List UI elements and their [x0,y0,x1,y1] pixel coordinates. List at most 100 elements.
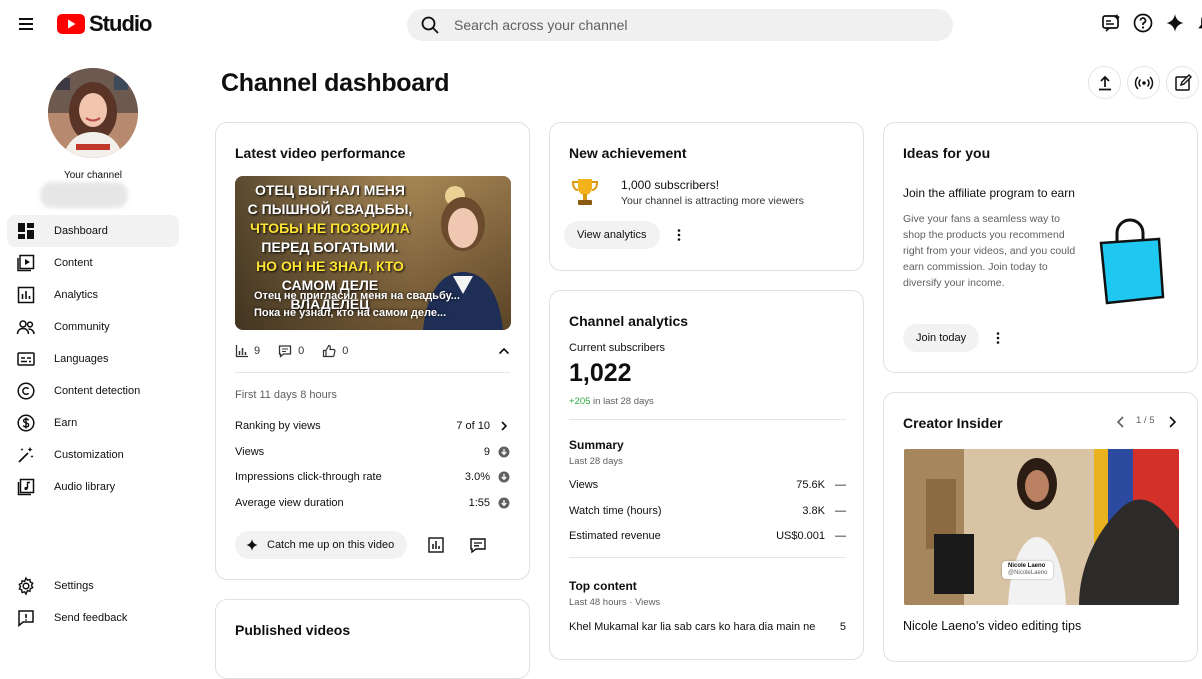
sidebar-item-audio-library[interactable]: Audio library [7,471,179,503]
summary-label: Estimated revenue [569,530,661,542]
dashboard-icon [16,221,36,241]
tag-handle: @NicoleLaeno [1008,570,1048,576]
achievement-sub: Your channel is attracting more viewers [621,195,804,207]
upload-icon [1096,74,1114,92]
sidebar-item-label: Audio library [54,481,116,493]
join-today-button[interactable]: Join today [903,324,980,352]
top-content-row[interactable]: Khel Mukamal kar lia sab cars ko hara di… [569,621,846,633]
metric-row-avd: Average view duration 1:55 [235,497,510,509]
notifications-bell-icon[interactable] [1196,12,1202,34]
view-analytics-button[interactable]: View analytics [564,221,660,249]
latest-video-card: Latest video performance ОТЕЦ ВЫГНАЛ МЕН… [215,122,530,580]
sidebar-item-label: Community [54,321,110,333]
sidebar-item-send-feedback[interactable]: Send feedback [7,602,179,634]
analytics-button[interactable] [422,531,450,559]
thumbnail-text-line: ПЕРЕД БОГАТЫМИ. [261,239,399,255]
sidebar-item-label: Customization [54,449,124,461]
summary-row-watch-time: Watch time (hours) 3.8K — [569,505,846,517]
subscribers-label: Current subscribers [569,342,665,354]
top-content-video-title: Khel Mukamal kar lia sab cars ko hara di… [569,621,816,633]
upload-button[interactable] [1088,66,1121,99]
sidebar-item-customization[interactable]: Customization [7,439,179,471]
sidebar: Your channel Dashboard Content Analytics… [0,48,190,642]
sparkle-icon[interactable] [1164,12,1186,34]
search-input[interactable] [454,17,934,33]
search-icon [420,15,440,35]
summary-value: 75.6K [796,479,825,491]
comments-count: 0 [298,345,305,357]
summary-row-revenue: Estimated revenue US$0.001 — [569,530,846,542]
sidebar-bottom: Settings Send feedback [7,570,179,634]
audio-library-icon [16,477,36,497]
summary-label: Watch time (hours) [569,505,662,517]
sidebar-item-settings[interactable]: Settings [7,570,179,602]
sidebar-item-label: Send feedback [54,612,128,624]
period-label: First 11 days 8 hours [235,389,337,401]
catch-up-button[interactable]: Catch me up on this video [235,531,408,559]
divider [569,419,846,420]
sidebar-item-label: Content detection [54,385,141,397]
card-title: Published videos [235,622,351,638]
summary-value: US$0.001 [776,530,825,542]
sidebar-item-community[interactable]: Community [7,311,179,343]
creator-insider-card: Creator Insider 1 / 5 Nicole Laeno @Nico… [883,392,1198,662]
sidebar-item-label: Languages [54,353,109,365]
collapse-chevron-up-icon[interactable] [496,343,512,359]
arrow-down-circle-icon [498,446,510,458]
join-today-label: Join today [916,332,967,344]
go-live-button[interactable] [1127,66,1160,99]
video-title: Отец не пригласил меня на свадьбу... Пок… [254,288,460,322]
more-vert-icon[interactable] [990,330,1006,346]
arrow-down-circle-icon [498,497,510,509]
metric-label: Average view duration [235,497,344,509]
chevron-left-icon[interactable] [1115,415,1127,429]
summary-title: Summary [569,438,624,452]
thumbnail-text-line: ЧТОБЫ НЕ ПОЗОРИЛА [250,220,410,236]
dash-icon: — [835,505,846,517]
sidebar-item-label: Dashboard [54,225,108,237]
metric-row-views: Views 9 [235,446,510,458]
more-vert-icon[interactable] [671,227,687,243]
top-bar: Studio [0,0,1202,48]
video-thumbnail[interactable]: ОТЕЦ ВЫГНАЛ МЕНЯ С ПЫШНОЙ СВАДЬБЫ, ЧТОБЫ… [235,176,511,330]
card-title: Channel analytics [569,313,689,329]
card-title: New achievement [569,145,687,161]
sidebar-item-analytics[interactable]: Analytics [7,279,179,311]
chevron-right-icon[interactable] [1166,415,1178,429]
sidebar-item-dashboard[interactable]: Dashboard [7,215,179,247]
studio-logo[interactable]: Studio [57,11,152,36]
published-videos-card: Published videos [215,599,530,679]
idea-headline: Join the affiliate program to earn [903,186,1075,200]
summary-value: 3.8K [802,505,825,517]
analytics-icon [16,285,36,305]
achievement-headline: 1,000 subscribers! [621,178,720,192]
create-post-button[interactable] [1166,66,1199,99]
insider-video-thumbnail[interactable]: Nicole Laeno @NicoleLaeno [904,449,1179,605]
sidebar-item-content[interactable]: Content [7,247,179,279]
help-icon[interactable] [1132,12,1154,34]
top-content-period: Last 48 hours · Views [569,597,661,608]
your-channel-label: Your channel [63,170,122,181]
channel-avatar[interactable] [48,68,138,158]
feedback-icon [16,608,36,628]
video-stats: 9 0 0 [235,344,348,358]
sidebar-item-content-detection[interactable]: Content detection [7,375,179,407]
sidebar-item-label: Analytics [54,289,99,301]
hamburger-menu-icon[interactable] [14,12,38,36]
sidebar-item-label: Content [54,257,93,269]
sidebar-item-languages[interactable]: Languages [7,343,179,375]
video-title-line: Пока не узнал, кто на самом деле... [254,307,447,319]
comments-icon [469,536,487,554]
comments-button[interactable] [464,531,492,559]
sidebar-item-earn[interactable]: Earn [7,407,179,439]
sidebar-item-label: Settings [54,580,94,592]
metric-row-ranking[interactable]: Ranking by views 7 of 10 [235,420,510,432]
search-bar[interactable] [407,9,953,41]
metric-value: 9 [483,446,490,458]
languages-icon [16,349,36,369]
sidebar-item-label: Earn [54,417,78,429]
subtitles-feedback-icon[interactable] [1100,12,1122,34]
chevron-right-icon [498,420,510,432]
broadcast-icon [1134,74,1154,92]
top-content-views: 5 [839,621,846,633]
